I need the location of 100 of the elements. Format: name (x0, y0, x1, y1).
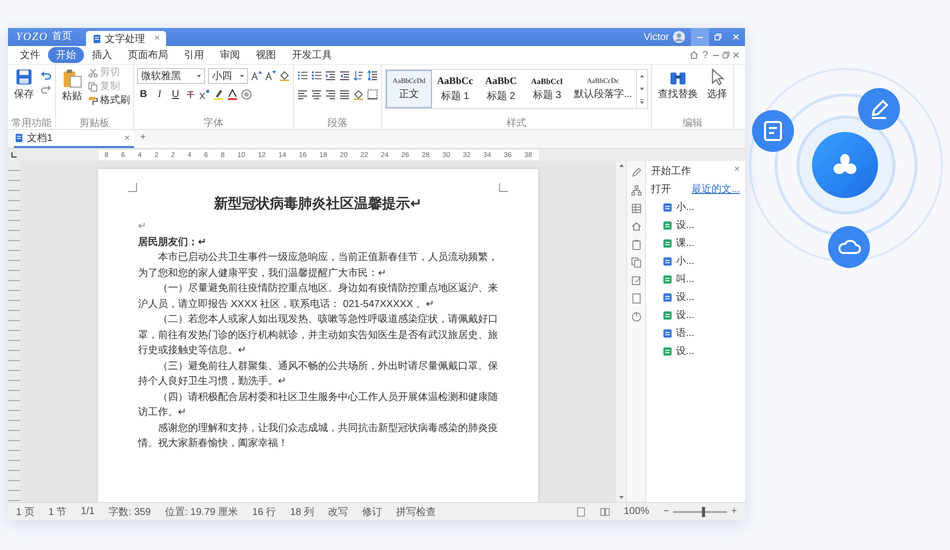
home-icon[interactable] (630, 221, 642, 232)
bullet-list-icon[interactable] (297, 70, 308, 81)
document-icon (14, 133, 24, 143)
zoom-in-button[interactable]: + (731, 506, 737, 517)
recent-file[interactable]: 小... (676, 254, 694, 268)
new-tab-button[interactable]: + (140, 132, 146, 148)
toolbar-button[interactable]: 查找替换 (655, 67, 701, 102)
recent-file[interactable]: 设... (676, 344, 694, 358)
save-icon (15, 68, 33, 86)
align-center-icon[interactable] (311, 89, 322, 100)
zoom-out-button[interactable]: − (663, 506, 670, 517)
format-button[interactable]: B (137, 89, 150, 100)
home-tab[interactable]: 首页 (52, 29, 86, 46)
undo-icon[interactable] (40, 69, 52, 81)
menu-tab[interactable]: 视图 (248, 47, 284, 63)
recent-file[interactable]: 小... (676, 200, 694, 214)
clipboard-icon (62, 68, 82, 88)
cloud-icon (828, 226, 870, 268)
power-icon[interactable] (630, 311, 642, 322)
menu-tab[interactable]: 插入 (84, 47, 120, 63)
scrollbar[interactable] (616, 161, 626, 502)
indent-icon[interactable] (339, 70, 350, 81)
toolbar-button[interactable]: 格式刷 (88, 95, 130, 107)
outdent-icon[interactable] (325, 70, 336, 81)
file-icon (663, 328, 672, 338)
recent-files-link[interactable]: 最近的文... (692, 182, 740, 196)
open-link[interactable]: 打开 (651, 182, 671, 196)
tab-stop-icon[interactable] (10, 151, 18, 159)
file-icon (663, 220, 672, 230)
save-button[interactable]: 保存 (11, 67, 37, 102)
font-color-icon[interactable] (227, 89, 238, 100)
menu-tab[interactable]: 引用 (176, 47, 212, 63)
style-item[interactable]: AaBbC 标题 2 (478, 70, 524, 108)
scissors-icon (88, 68, 98, 78)
help-button[interactable]: ? (699, 50, 711, 60)
menu-tab[interactable]: 开始 (48, 47, 84, 63)
menu-tab[interactable]: 审阅 (212, 47, 248, 63)
redo-icon[interactable] (40, 83, 52, 95)
more-icon[interactable] (638, 98, 646, 106)
paste-button[interactable]: 粘贴 (59, 67, 85, 104)
align-right-icon[interactable] (325, 89, 336, 100)
recent-file[interactable]: 叫... (676, 272, 694, 286)
close-icon[interactable] (731, 50, 741, 60)
app-tab[interactable]: 文字处理 × (86, 31, 166, 46)
menu-tab[interactable]: 文件 (12, 47, 48, 63)
menu-tab[interactable]: 开发工具 (284, 47, 340, 63)
avatar-icon[interactable] (673, 31, 685, 43)
numbered-list-icon[interactable] (311, 70, 322, 81)
status-text: 修订 (362, 506, 382, 518)
home-icon[interactable] (689, 50, 700, 60)
table-icon[interactable] (630, 203, 642, 214)
scroll-down-icon[interactable] (638, 84, 646, 93)
highlighter-icon[interactable] (213, 89, 224, 100)
logo-icon (812, 132, 878, 198)
format-button[interactable]: I (153, 89, 166, 100)
sort-icon[interactable] (353, 70, 364, 81)
border-icon[interactable] (367, 89, 378, 100)
recent-file[interactable]: 设... (676, 290, 694, 304)
paint-bucket-icon[interactable] (353, 89, 364, 100)
file-icon (663, 292, 672, 302)
group-label: 常用功能 (11, 118, 52, 129)
edit-icon[interactable] (630, 275, 642, 286)
recent-file[interactable]: 语... (676, 326, 694, 340)
line-spacing-icon[interactable] (367, 70, 378, 81)
style-item[interactable]: AaBbCc 标题 1 (432, 70, 478, 108)
panel-close-button[interactable]: × (734, 164, 740, 178)
font-name-field[interactable]: 微软雅黑 (137, 68, 205, 84)
user-name[interactable]: Victor (640, 32, 673, 46)
format-button[interactable]: U (169, 89, 182, 100)
two-page-view-icon[interactable] (600, 506, 610, 516)
recent-file[interactable]: 课... (676, 236, 694, 250)
restore-icon[interactable] (721, 50, 731, 60)
document-tab[interactable]: 文档1 × (14, 130, 134, 148)
font-size-field[interactable]: 小四 (208, 68, 248, 84)
file-icon (663, 310, 672, 320)
grow-font-icon[interactable] (251, 70, 262, 81)
shading-icon[interactable] (241, 89, 252, 100)
paragraph-mark: ↵ (138, 220, 148, 234)
shrink-font-icon[interactable] (265, 70, 276, 81)
page-view-icon[interactable] (576, 506, 586, 516)
justify-icon[interactable] (339, 89, 350, 100)
group-label: 编辑 (682, 118, 704, 129)
page-icon[interactable] (630, 293, 642, 304)
clipboard-icon[interactable] (630, 239, 642, 250)
align-left-icon[interactable] (297, 89, 308, 100)
scroll-up-icon[interactable] (638, 72, 646, 80)
status-text: 1 页 (16, 506, 34, 518)
toolbar-button[interactable]: 选择 (704, 67, 730, 102)
network-icon[interactable] (630, 185, 642, 196)
menu-tab[interactable]: 页面布局 (120, 47, 176, 63)
salutation-text: 居民朋友们：↵ (138, 236, 208, 250)
copy-icon[interactable] (630, 257, 642, 268)
status-text: 1 节 (48, 506, 67, 518)
pen-icon[interactable] (630, 167, 642, 178)
slider-thumb[interactable] (702, 506, 705, 516)
superscript-icon[interactable] (199, 89, 210, 100)
recent-file[interactable]: 设... (676, 218, 694, 232)
strikethrough-icon[interactable] (185, 89, 196, 100)
style-item[interactable]: AaBbCcI 标题 3 (524, 70, 570, 108)
recent-file[interactable]: 设... (676, 308, 694, 322)
